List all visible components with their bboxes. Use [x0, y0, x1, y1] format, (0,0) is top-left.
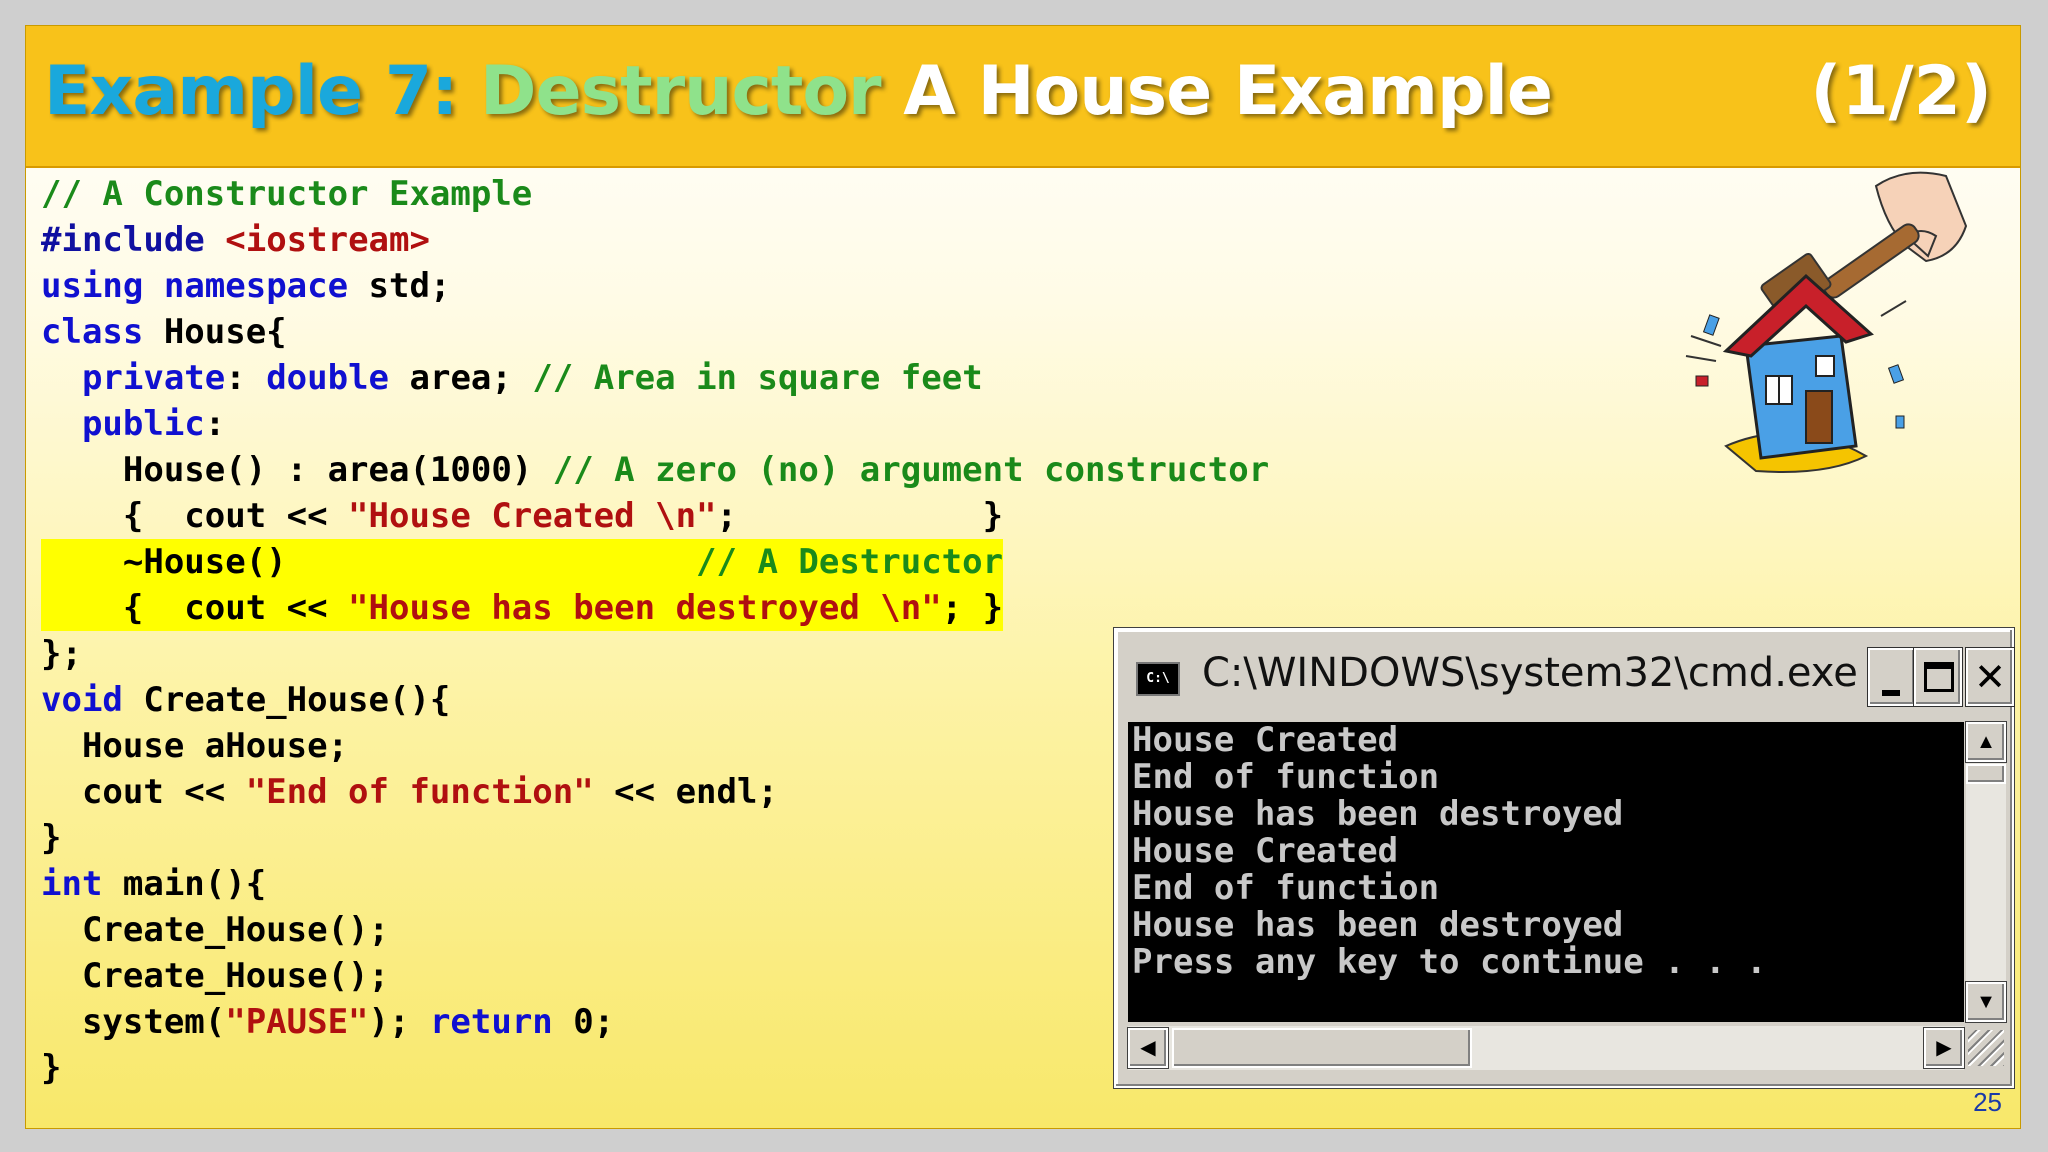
scroll-right-button[interactable]: ▶ [1924, 1028, 1964, 1068]
code-line: class House{ [41, 309, 1269, 355]
code-text: Create_House(); [41, 956, 389, 996]
code-text: int main(){ [41, 864, 267, 904]
maximize-icon [1924, 662, 1954, 692]
code-line: { cout << "House Created \n"; } [41, 493, 1269, 539]
code-line: Create_House(); [41, 907, 1269, 953]
code-line: House aHouse; [41, 723, 1269, 769]
code-line: // A Constructor Example [41, 171, 1269, 217]
code-text: void Create_House(){ [41, 680, 451, 720]
console-output[interactable]: House Created End of function House has be… [1128, 722, 1964, 1022]
code-text: { cout << "House Created \n"; } [41, 496, 1004, 536]
code-listing: // A Constructor Example #include <iostre… [41, 171, 1269, 1091]
highlighted-code: { cout << "House has been destroyed \n";… [41, 585, 1004, 631]
vertical-scrollbar[interactable]: ▲ ▼ [1966, 722, 2006, 1022]
title-destructor-label: Destructor [480, 52, 882, 131]
cmd-app-icon: C:\ [1136, 662, 1180, 696]
horizontal-scroll-thumb[interactable] [1172, 1028, 1472, 1068]
code-line: cout << "End of function" << endl; [41, 769, 1269, 815]
page-fraction: (1/2) [1810, 52, 1992, 131]
console-line: House Created [1132, 722, 1399, 760]
highlighted-code: ~House() // A Destructor [41, 539, 1004, 585]
code-text: system("PAUSE"); return 0; [41, 1002, 615, 1042]
arrow-down-icon: ▼ [1976, 991, 1996, 1013]
code-line: void Create_House(){ [41, 677, 1269, 723]
arrow-right-icon: ▶ [1936, 1037, 1952, 1059]
console-line: House Created [1132, 831, 1399, 871]
console-line: Press any key to continue . . . [1132, 942, 1767, 982]
code-line: private: double area; // Area in square … [41, 355, 1269, 401]
code-text: private: double area; // Area in square … [81, 358, 983, 398]
code-text: cout << "End of function" << endl; [41, 772, 778, 812]
code-line: ~House() // A Destructor [41, 539, 1269, 585]
minimize-button[interactable] [1868, 648, 1916, 706]
code-text: // A Constructor Example [41, 174, 533, 214]
console-line: End of function [1132, 757, 1440, 797]
close-button[interactable]: ✕ [1966, 648, 2014, 706]
slide-number: 25 [1973, 1087, 2002, 1117]
code-text: House aHouse; [41, 726, 349, 766]
title-example-label: Example 7: [44, 52, 458, 131]
code-line: using namespace std; [41, 263, 1269, 309]
code-text: } [41, 818, 62, 858]
code-text: }; [41, 634, 82, 674]
cmd-titlebar[interactable]: C:\ C:\WINDOWS\system32\cmd.exe ✕ [1122, 636, 2014, 712]
code-line: int main(){ [41, 861, 1269, 907]
horizontal-scrollbar[interactable]: ◀ ▶ [1128, 1026, 1964, 1070]
console-line: End of function [1132, 868, 1440, 908]
code-line: House() : area(1000) // A zero (no) argu… [41, 447, 1269, 493]
maximize-button[interactable] [1914, 648, 1962, 706]
minimize-icon [1882, 690, 1900, 696]
hammer-house-icon [1685, 171, 1968, 473]
code-line: public: [41, 401, 1269, 447]
code-text: } [41, 1048, 62, 1088]
code-line: { cout << "House has been destroyed \n";… [41, 585, 1269, 631]
code-line: } [41, 1045, 1269, 1091]
code-text: House() : area(1000) // A zero (no) argu… [41, 450, 1270, 490]
scroll-down-button[interactable]: ▼ [1966, 982, 2006, 1022]
cmd-window-title: C:\WINDOWS\system32\cmd.exe [1202, 650, 1858, 696]
code-line: }; [41, 631, 1269, 677]
code-text: public: [81, 404, 226, 444]
close-icon: ✕ [1974, 655, 2006, 699]
title-house-label: A House Example [903, 52, 1553, 131]
code-line: #include <iostream> [41, 217, 1269, 263]
slide-title: Example 7: Destructor A House Example [44, 52, 1553, 131]
scroll-up-button[interactable]: ▲ [1966, 722, 2006, 762]
arrow-up-icon: ▲ [1976, 731, 1996, 753]
cmd-window[interactable]: C:\ C:\WINDOWS\system32\cmd.exe ✕ House … [1114, 628, 2014, 1088]
code-text: using namespace std; [41, 266, 451, 306]
arrow-left-icon: ◀ [1140, 1037, 1156, 1059]
code-text: Create_House(); [41, 910, 389, 950]
slide: Example 7: Destructor A House Example (1… [25, 25, 2021, 1129]
code-line: Create_House(); [41, 953, 1269, 999]
resize-grip-icon[interactable] [1968, 1030, 2004, 1066]
title-bar: Example 7: Destructor A House Example (1… [26, 26, 2020, 168]
code-text: #include <iostream> [41, 220, 430, 260]
code-line: } [41, 815, 1269, 861]
scroll-left-button[interactable]: ◀ [1128, 1028, 1168, 1068]
console-line: House has been destroyed [1132, 794, 1624, 834]
vertical-scroll-thumb[interactable] [1966, 764, 2006, 784]
console-line: House has been destroyed [1132, 905, 1624, 945]
code-line: system("PAUSE"); return 0; [41, 999, 1269, 1045]
code-text: class House{ [41, 312, 287, 352]
